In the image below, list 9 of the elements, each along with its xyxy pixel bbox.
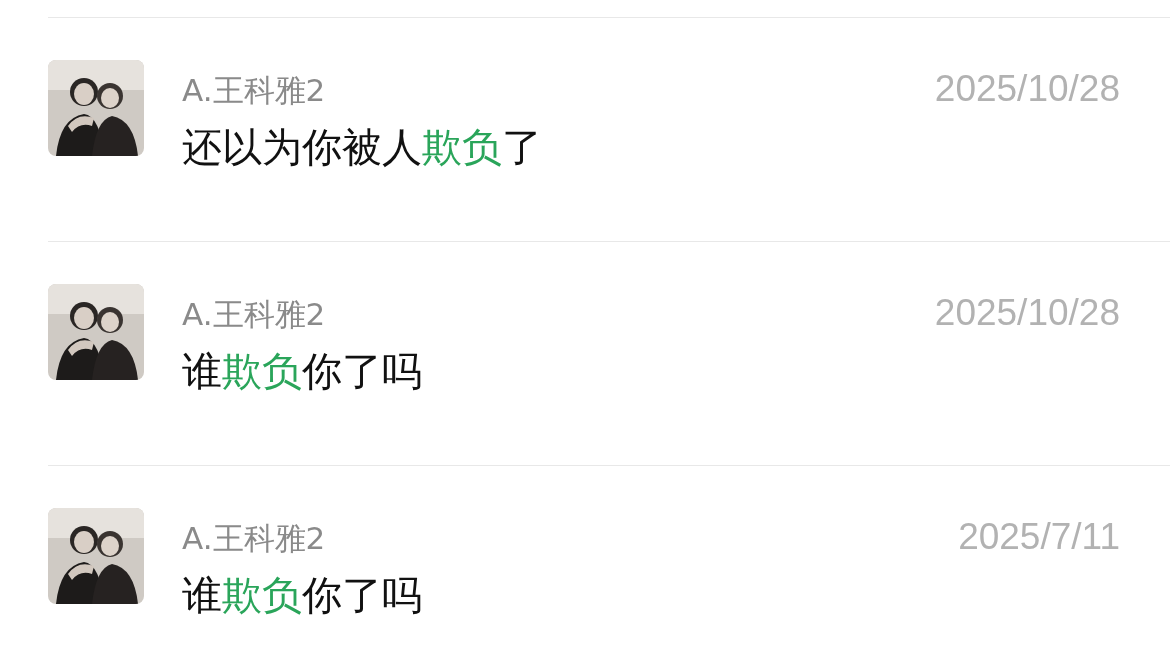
message-date: 2025/7/11 [958,516,1120,558]
message-text: 谁欺负你了吗 [182,571,422,620]
contact-name: A.王科雅2 [182,295,326,334]
message-text: 还以为你被人欺负了 [182,123,542,172]
message-date: 2025/10/28 [934,292,1120,334]
contact-name: A.王科雅2 [182,71,326,110]
contact-name: A.王科雅2 [182,519,326,558]
message-date: 2025/10/28 [934,68,1120,110]
message-text: 谁欺负你了吗 [182,347,422,396]
